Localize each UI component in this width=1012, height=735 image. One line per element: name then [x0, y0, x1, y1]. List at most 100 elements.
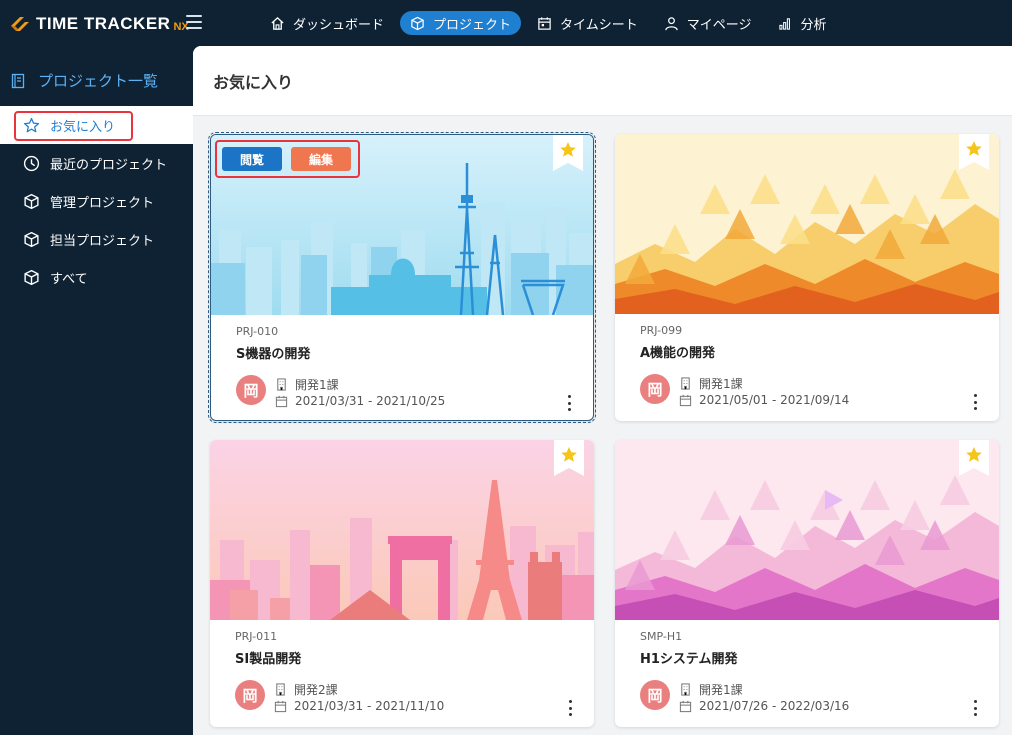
department-label: 開発1課	[295, 378, 339, 392]
cube-icon	[24, 193, 39, 209]
project-thumbnail	[615, 440, 999, 620]
user-icon	[665, 16, 678, 30]
sidebar-item-label: すべて	[50, 271, 88, 287]
sidebar-item-assigned[interactable]: 担当プロジェクト	[0, 220, 193, 258]
favorite-star-icon[interactable]	[959, 440, 989, 476]
calendar-icon	[538, 16, 551, 30]
project-card[interactable]: PRJ-099 A機能の開発 岡 開発1課 2021/05/01 - 2021/…	[615, 134, 999, 421]
project-department: 開発1課	[679, 375, 743, 392]
project-period: 2021/05/01 - 2021/09/14	[679, 393, 849, 407]
more-options-icon[interactable]	[563, 393, 575, 413]
nav-mypage-label: マイページ	[686, 17, 752, 33]
card-body: PRJ-011 SI製品開発 岡 開発2課 2021/03/31 - 2021/…	[210, 620, 594, 727]
nav-dashboard-label: ダッシュボード	[293, 17, 385, 33]
sidebar-item-label: お気に入り	[50, 119, 116, 135]
avatar: 岡	[235, 680, 265, 710]
sidebar: プロジェクト一覧 お気に入り 最近のプロジェクト 管理プロジェクト 担当プロジェ…	[0, 46, 193, 735]
main-nav: ダッシュボード プロジェクト タイムシート マイページ 分析	[260, 11, 843, 35]
sidebar-item-managed[interactable]: 管理プロジェクト	[0, 182, 193, 220]
period-label: 2021/03/31 - 2021/10/25	[295, 394, 446, 408]
building-icon	[277, 378, 286, 391]
nav-project-label: プロジェクト	[433, 17, 512, 33]
project-card[interactable]: SMP-H1 H1システム開発 岡 開発1課 2021/07/26 - 2022…	[615, 440, 999, 727]
department-label: 開発1課	[699, 683, 743, 697]
book-icon	[11, 73, 25, 88]
project-code: PRJ-010	[236, 325, 279, 338]
nav-timesheet[interactable]: タイムシート	[527, 11, 648, 35]
project-card[interactable]: PRJ-011 SI製品開発 岡 開発2課 2021/03/31 - 2021/…	[210, 440, 594, 727]
project-name: H1システム開発	[640, 652, 738, 667]
card-body: PRJ-010 S機器の開発 岡 開発1課 2021/03/31 - 2021/…	[211, 315, 593, 420]
favorite-star-icon[interactable]	[959, 134, 989, 170]
more-options-icon[interactable]	[969, 698, 981, 718]
project-code: PRJ-099	[640, 324, 683, 337]
project-department: 開発1課	[275, 376, 339, 393]
nav-analytics-label: 分析	[800, 17, 827, 33]
nav-timesheet-label: タイムシート	[560, 17, 638, 33]
project-period: 2021/07/26 - 2022/03/16	[679, 699, 849, 713]
clock-icon	[23, 155, 40, 171]
nav-mypage[interactable]: マイページ	[654, 11, 762, 35]
top-bar: TIME TRACKER NX ダッシュボード プロジェクト タイムシート マイ…	[0, 0, 1012, 46]
sidebar-header-label: プロジェクト一覧	[38, 72, 159, 90]
project-department: 開発2課	[274, 681, 338, 698]
sidebar-item-favorites[interactable]: お気に入り	[0, 106, 193, 144]
calendar-icon	[274, 700, 287, 712]
period-label: 2021/03/31 - 2021/11/10	[294, 699, 445, 713]
edit-button[interactable]: 編集	[291, 147, 351, 171]
calendar-icon	[679, 700, 692, 712]
cube-icon	[24, 231, 39, 247]
card-body: SMP-H1 H1システム開発 岡 開発1課 2021/07/26 - 2022…	[615, 620, 999, 727]
period-label: 2021/05/01 - 2021/09/14	[699, 393, 850, 407]
favorite-star-icon[interactable]	[554, 440, 584, 476]
project-name: S機器の開発	[236, 347, 311, 362]
project-card[interactable]: 閲覧 編集 PRJ-010 S機器の開発 岡 開発1課 2021/03/31 -…	[208, 132, 596, 423]
nav-dashboard[interactable]: ダッシュボード	[260, 11, 394, 35]
sidebar-item-all[interactable]: すべて	[0, 258, 193, 296]
project-name: A機能の開発	[640, 346, 716, 361]
project-period: 2021/03/31 - 2021/10/25	[275, 394, 445, 408]
avatar: 岡	[236, 375, 266, 405]
project-code: PRJ-011	[235, 630, 278, 643]
card-body: PRJ-099 A機能の開発 岡 開発1課 2021/05/01 - 2021/…	[615, 314, 999, 421]
calendar-icon	[275, 395, 288, 407]
department-label: 開発1課	[699, 377, 743, 391]
project-thumbnail	[210, 440, 594, 620]
logo-mark-icon	[11, 17, 29, 31]
star-icon	[23, 117, 40, 132]
nav-project[interactable]: プロジェクト	[400, 11, 522, 35]
view-button[interactable]: 閲覧	[222, 147, 282, 171]
avatar: 岡	[640, 680, 670, 710]
main-content: お気に入り 閲覧 編集 PRJ-010 S機器の開発 岡 開発1課 2021/0…	[193, 46, 1012, 735]
home-icon	[271, 16, 284, 30]
cube-icon	[24, 269, 39, 285]
calendar-icon	[679, 394, 692, 406]
project-department: 開発1課	[679, 681, 743, 698]
project-thumbnail	[615, 134, 999, 314]
page-title: お気に入り	[213, 72, 294, 92]
sidebar-item-recent[interactable]: 最近のプロジェクト	[0, 144, 193, 182]
favorite-star-icon[interactable]	[553, 135, 583, 171]
sidebar-item-label: 管理プロジェクト	[50, 195, 155, 211]
building-icon	[276, 683, 285, 696]
page-header: お気に入り	[193, 46, 1012, 116]
sidebar-item-label: 担当プロジェクト	[50, 233, 155, 249]
sidebar-item-label: 最近のプロジェクト	[50, 157, 168, 173]
project-code: SMP-H1	[640, 630, 683, 643]
sidebar-header: プロジェクト一覧	[10, 70, 158, 91]
chart-icon	[778, 17, 790, 30]
building-icon	[681, 377, 690, 390]
app-logo[interactable]: TIME TRACKER NX	[8, 10, 189, 38]
nav-analytics[interactable]: 分析	[768, 11, 837, 35]
menu-toggle-icon[interactable]	[186, 15, 202, 29]
department-label: 開発2課	[294, 683, 338, 697]
more-options-icon[interactable]	[969, 392, 981, 412]
project-period: 2021/03/31 - 2021/11/10	[274, 699, 444, 713]
project-name: SI製品開発	[235, 652, 302, 667]
building-icon	[681, 683, 690, 696]
cube-icon	[411, 16, 424, 30]
avatar: 岡	[640, 374, 670, 404]
logo-text: TIME TRACKER	[36, 14, 171, 33]
more-options-icon[interactable]	[564, 698, 576, 718]
period-label: 2021/07/26 - 2022/03/16	[699, 699, 850, 713]
